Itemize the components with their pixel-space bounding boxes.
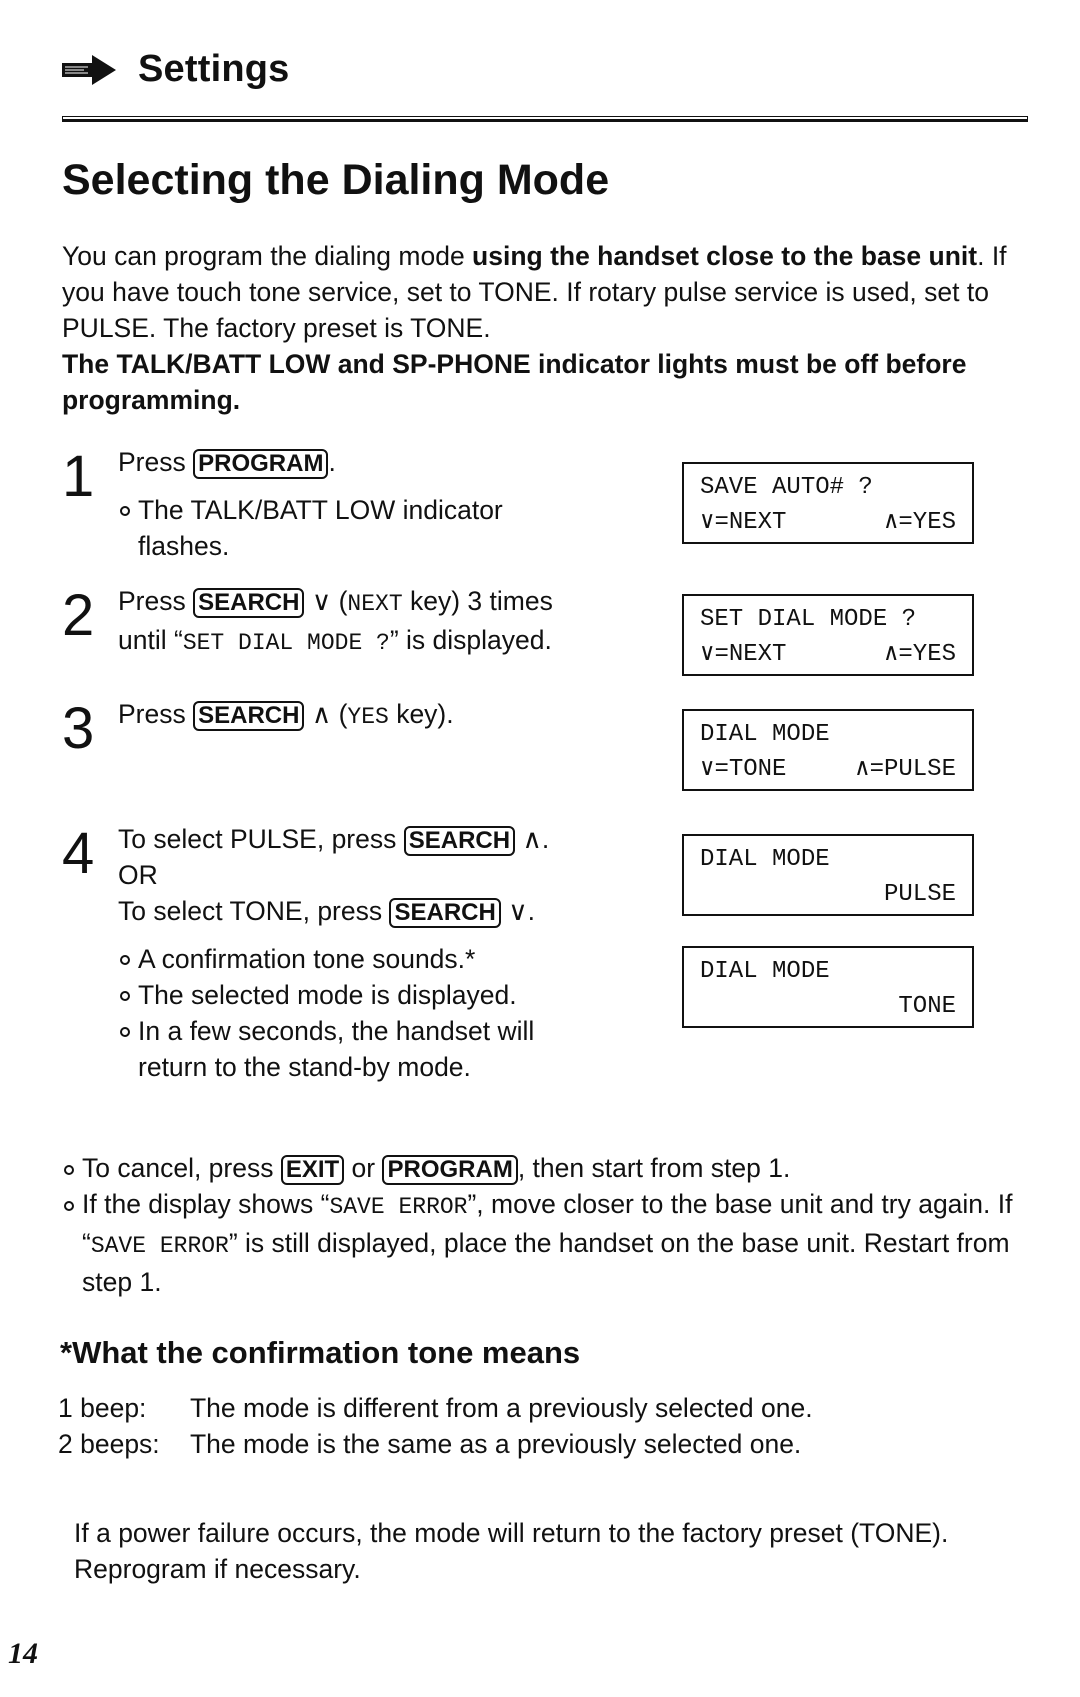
lcd-display-tone: DIAL MODE TONE <box>682 946 974 1028</box>
lcd-line: PULSE <box>883 881 956 908</box>
lcd-line: ∧=PULSE <box>855 756 956 783</box>
lcd-line: SAVE AUTO# ? <box>700 474 873 501</box>
lcd-line: DIAL MODE <box>700 958 830 985</box>
beep-label: 2 beeps: <box>58 1429 160 1459</box>
search-key: SEARCH <box>403 826 516 856</box>
beep-meaning: The mode is different from a previously … <box>190 1393 813 1423</box>
lcd-line: ∧=YES <box>883 641 956 668</box>
lcd-display-pulse: DIAL MODE PULSE <box>682 834 974 916</box>
note-text: or <box>344 1153 383 1183</box>
power-failure-note: If a power failure occurs, the mode will… <box>74 1518 949 1584</box>
step-text: To select TONE, press <box>118 896 390 926</box>
confirmation-title: *What the confirmation tone means <box>60 1335 581 1370</box>
cancel-note: To cancel, press EXIT or PROGRAM, then s… <box>62 1150 1042 1186</box>
display-text: SAVE ERROR <box>90 1233 229 1259</box>
lcd-line: SET DIAL MODE ? <box>700 606 917 633</box>
lcd-line: DIAL MODE <box>700 721 830 748</box>
display-text: SET DIAL MODE ? <box>182 630 390 656</box>
beep-meaning: The mode is the same as a previously sel… <box>190 1429 802 1459</box>
program-key: PROGRAM <box>382 1155 518 1185</box>
lcd-line: ∨=NEXT <box>700 509 787 536</box>
intro-text-part: You can program the dialing mode <box>62 241 473 271</box>
beep-label: 1 beep: <box>58 1393 147 1423</box>
error-note: If the display shows “SAVE ERROR”, move … <box>62 1186 1032 1300</box>
lcd-line: DIAL MODE <box>700 846 830 873</box>
confirmation-table: 1 beep: The mode is different from a pre… <box>58 1390 813 1462</box>
step-text: Press <box>118 586 194 616</box>
step-text: ” is displayed. <box>389 625 552 655</box>
lcd-line: TONE <box>898 993 956 1020</box>
step-text: until “ <box>118 625 183 655</box>
step-text: Press <box>118 447 194 477</box>
step-text: ∧ ( <box>304 699 348 729</box>
page-title: Selecting the Dialing Mode <box>62 156 610 204</box>
display-text: YES <box>347 704 389 730</box>
lcd-display-set-dial-mode: SET DIAL MODE ? ∨=NEXT ∧=YES <box>682 594 974 676</box>
step-text: key) 3 times <box>402 586 553 616</box>
lcd-line: ∨=NEXT <box>700 641 787 668</box>
note-text: , then start from step 1. <box>517 1153 791 1183</box>
step-bullet: A confirmation tone sounds.* <box>118 941 578 977</box>
note-text: To cancel, press <box>82 1153 281 1183</box>
header-divider <box>62 116 1028 122</box>
search-key: SEARCH <box>193 588 305 618</box>
notes: To cancel, press EXIT or PROGRAM, then s… <box>62 1150 1042 1300</box>
step-number: 1 <box>62 444 95 509</box>
step-text: . <box>328 447 336 477</box>
step-text: To select PULSE, press <box>118 824 404 854</box>
intro-emphasis: using the handset close to the base unit <box>472 241 978 271</box>
step-text: ∨ ( <box>304 586 348 616</box>
step-bullet: The selected mode is displayed. <box>118 977 578 1013</box>
step-number: 3 <box>62 696 95 761</box>
section-header: Settings <box>62 48 290 91</box>
or-label: OR <box>118 860 158 890</box>
display-text: NEXT <box>347 591 403 617</box>
exit-key: EXIT <box>280 1155 345 1185</box>
lcd-line: ∨=TONE <box>700 756 787 783</box>
intro-text: You can program the dialing mode using t… <box>62 238 1022 418</box>
step-number: 4 <box>62 821 95 886</box>
step-bullet: The TALK/BATT LOW indicator flashes. <box>118 492 568 564</box>
search-key: SEARCH <box>193 701 305 731</box>
step-text: key). <box>388 699 454 729</box>
search-key: SEARCH <box>389 898 501 928</box>
confirmation-row: 2 beeps: The mode is the same as a previ… <box>58 1426 813 1462</box>
lcd-display-dial-mode-select: DIAL MODE ∨=TONE ∧=PULSE <box>682 709 974 791</box>
step-text: ∨. <box>500 896 535 926</box>
lcd-line: ∧=YES <box>883 509 956 536</box>
intro-warning: The TALK/BATT LOW and SP-PHONE indicator… <box>62 349 967 415</box>
program-key: PROGRAM <box>193 449 329 479</box>
note-text: If the display shows “ <box>82 1189 330 1219</box>
step-number: 2 <box>62 583 95 648</box>
display-text: SAVE ERROR <box>329 1194 468 1220</box>
lcd-display-save-auto: SAVE AUTO# ? ∨=NEXT ∧=YES <box>682 462 974 544</box>
page-number: 14 <box>8 1637 38 1670</box>
confirmation-row: 1 beep: The mode is different from a pre… <box>58 1390 813 1426</box>
step-bullet: In a few seconds, the handset will retur… <box>118 1013 578 1085</box>
step-text: Press <box>118 699 194 729</box>
arrow-right-icon <box>62 54 116 85</box>
section-title: Settings <box>138 48 290 90</box>
step-text: ∧. <box>515 824 550 854</box>
